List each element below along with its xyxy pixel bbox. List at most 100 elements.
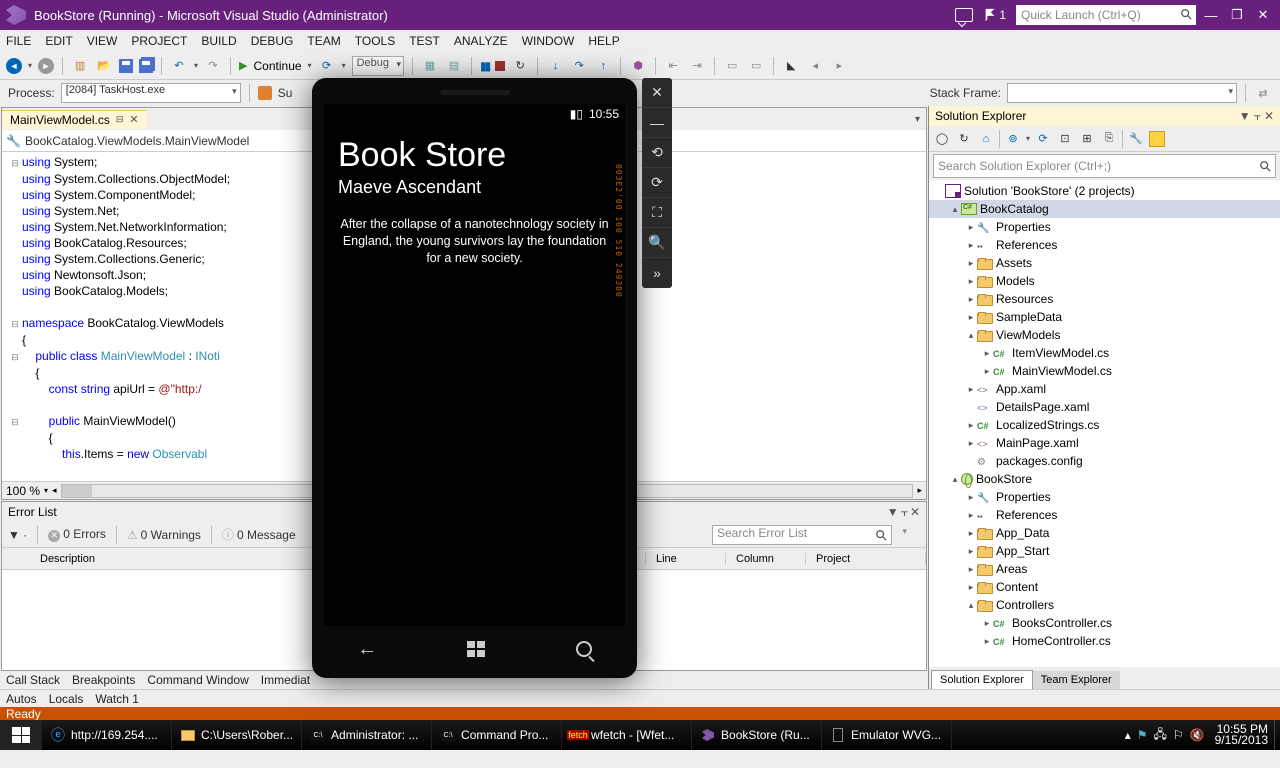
tree-node[interactable]: ▸Models <box>929 272 1280 290</box>
tray-volume-icon[interactable]: 🔇 <box>1190 728 1205 742</box>
se-back-button[interactable]: ◯ <box>933 130 951 148</box>
stackframe-combo[interactable] <box>1007 83 1237 103</box>
tree-node[interactable]: ▸Areas <box>929 560 1280 578</box>
taskbar-item[interactable]: fetchwfetch - [Wfet... <box>562 720 692 750</box>
search-error-input[interactable]: Search Error List ▾ <box>712 525 892 545</box>
tree-node[interactable]: ▸HomeController.cs <box>929 632 1280 650</box>
tool-tab-command-window[interactable]: Command Window <box>147 673 248 687</box>
tree-node[interactable]: ▸Properties <box>929 488 1280 506</box>
indent-less-button[interactable]: ⇤ <box>664 57 682 75</box>
tree-node[interactable]: ▸SampleData <box>929 308 1280 326</box>
nav-fwd-button[interactable]: ► <box>38 58 54 74</box>
process-combo[interactable]: [2084] TaskHost.exe <box>61 83 241 103</box>
tree-node[interactable]: ▸Resources <box>929 290 1280 308</box>
emulator-toolbar[interactable]: ✕ — ⟲ ⟳ ⛶ 🔍 » <box>642 78 672 288</box>
se-tab-team-explorer[interactable]: Team Explorer <box>1033 671 1120 689</box>
document-tab-active[interactable]: MainViewModel.cs ⊟ ✕ <box>2 110 147 129</box>
tool-tab-call-stack[interactable]: Call Stack <box>6 673 60 687</box>
taskbar-item[interactable]: C:\Command Pro... <box>432 720 562 750</box>
tree-node[interactable]: ▸App_Data <box>929 524 1280 542</box>
layout-btn1[interactable]: ▦ <box>421 57 439 75</box>
menu-tools[interactable]: TOOLS <box>355 34 395 48</box>
menu-team[interactable]: TEAM <box>307 34 340 48</box>
tree-node[interactable]: ▸BooksController.cs <box>929 614 1280 632</box>
se-close-icon[interactable]: ✕ <box>1264 109 1274 124</box>
errors-toggle[interactable]: ✕0 Errors <box>48 527 106 542</box>
continue-button[interactable]: ▶ <box>239 59 247 72</box>
nav-back-button[interactable]: ◄ <box>6 58 22 74</box>
filter-button[interactable]: ▼ · <box>8 528 27 542</box>
tool-tab-immediat[interactable]: Immediat <box>261 673 310 687</box>
config-combo[interactable]: Debug <box>352 56 404 76</box>
next-bookmark-button[interactable]: ▸ <box>830 57 848 75</box>
tree-node[interactable]: ▴ViewModels <box>929 326 1280 344</box>
tree-node[interactable]: ▸Assets <box>929 254 1280 272</box>
minimize-button[interactable]: — <box>1200 8 1222 23</box>
restart-debug-button[interactable]: ↻ <box>511 57 529 75</box>
emu-zoom-button[interactable]: 🔍 <box>642 228 672 258</box>
messages-toggle[interactable]: 0 Message <box>222 526 296 543</box>
debug-tab-watch-1[interactable]: Watch 1 <box>95 692 139 706</box>
tray-up-icon[interactable]: ▴ <box>1125 728 1131 742</box>
new-project-button[interactable]: ▥ <box>71 57 89 75</box>
emu-rotate-left-button[interactable]: ⟲ <box>642 138 672 168</box>
se-collapse-button[interactable]: ⊡ <box>1056 130 1074 148</box>
se-dropdown-icon[interactable]: ▼ <box>1239 109 1251 124</box>
emulator-screen[interactable]: ▮▯10:55 Book Store Maeve Ascendant After… <box>324 104 625 626</box>
tree-node[interactable]: packages.config <box>929 452 1280 470</box>
phone-search-button[interactable] <box>576 641 592 657</box>
tree-node[interactable]: ▸App_Start <box>929 542 1280 560</box>
tray-network-icon[interactable]: 🖧 <box>1154 725 1167 746</box>
close-tab-icon[interactable]: ✕ <box>129 113 138 126</box>
pause-button[interactable]: ▮▮ <box>480 59 489 73</box>
se-sync-button[interactable]: ⊚ <box>1004 130 1022 148</box>
se-copy-button[interactable]: ⎘ <box>1100 130 1118 148</box>
se-refresh-button[interactable]: ⟳ <box>1034 130 1052 148</box>
show-desktop-button[interactable] <box>1274 720 1280 750</box>
step-into-button[interactable]: ↓ <box>546 57 564 75</box>
taskbar-item[interactable]: C:\Administrator: ... <box>302 720 432 750</box>
taskbar-item[interactable]: ⓔhttp://169.254.... <box>42 720 172 750</box>
tree-node[interactable]: ▴BookCatalog <box>929 200 1280 218</box>
open-file-button[interactable]: 📂 <box>95 57 113 75</box>
menu-window[interactable]: WINDOW <box>522 34 575 48</box>
quick-launch-input[interactable]: Quick Launch (Ctrl+Q) <box>1016 5 1196 25</box>
tool-tab-breakpoints[interactable]: Breakpoints <box>72 673 135 687</box>
tree-node[interactable]: ▸MainViewModel.cs <box>929 362 1280 380</box>
taskbar-item[interactable]: BookStore (Ru... <box>692 720 822 750</box>
se-tab-solution-explorer[interactable]: Solution Explorer <box>931 670 1033 689</box>
se-properties-button[interactable]: 🔧 <box>1127 130 1145 148</box>
tree-node[interactable]: DetailsPage.xaml <box>929 398 1280 416</box>
undo-button[interactable]: ↶ <box>170 57 188 75</box>
lifecycle-icon[interactable] <box>258 86 272 100</box>
taskbar-item[interactable]: C:\Users\Rober... <box>172 720 302 750</box>
panel-close-icon[interactable]: ✕ <box>910 505 920 520</box>
solution-tree[interactable]: Solution 'BookStore' (2 projects)▴BookCa… <box>929 180 1280 667</box>
tree-node[interactable]: ▸References <box>929 236 1280 254</box>
panel-pin-icon[interactable]: ⫟ <box>901 505 908 520</box>
save-button[interactable] <box>119 59 133 73</box>
redo-button[interactable]: ↷ <box>204 57 222 75</box>
emu-more-button[interactable]: » <box>642 258 672 288</box>
phone-emulator[interactable]: ▮▯10:55 Book Store Maeve Ascendant After… <box>312 78 637 678</box>
system-tray[interactable]: ▴ ⚑ 🖧 ⚐ 🔇 <box>1121 725 1209 746</box>
emu-fit-button[interactable]: ⛶ <box>642 198 672 228</box>
menu-debug[interactable]: DEBUG <box>251 34 294 48</box>
layout-btn2[interactable]: ▤ <box>445 57 463 75</box>
tree-node[interactable]: ▴BookStore <box>929 470 1280 488</box>
thread-button[interactable]: ⇄ <box>1254 84 1272 102</box>
tree-node[interactable]: ▸ItemViewModel.cs <box>929 344 1280 362</box>
tray-action-icon[interactable]: ⚐ <box>1173 728 1184 742</box>
debug-tab-locals[interactable]: Locals <box>49 692 84 706</box>
start-button[interactable] <box>0 720 42 750</box>
emu-close-button[interactable]: ✕ <box>642 78 672 108</box>
se-pin-icon[interactable]: ⫟ <box>1254 109 1261 124</box>
bookmark-button[interactable]: ◣ <box>782 57 800 75</box>
menu-file[interactable]: FILE <box>6 34 31 48</box>
se-preview-button[interactable] <box>1149 131 1165 147</box>
se-fwd-button[interactable]: ↻ <box>955 130 973 148</box>
tree-node[interactable]: ▸References <box>929 506 1280 524</box>
phone-back-button[interactable]: ← <box>357 638 377 661</box>
menu-help[interactable]: HELP <box>588 34 619 48</box>
tab-overflow-icon[interactable]: ▾ <box>909 114 926 125</box>
